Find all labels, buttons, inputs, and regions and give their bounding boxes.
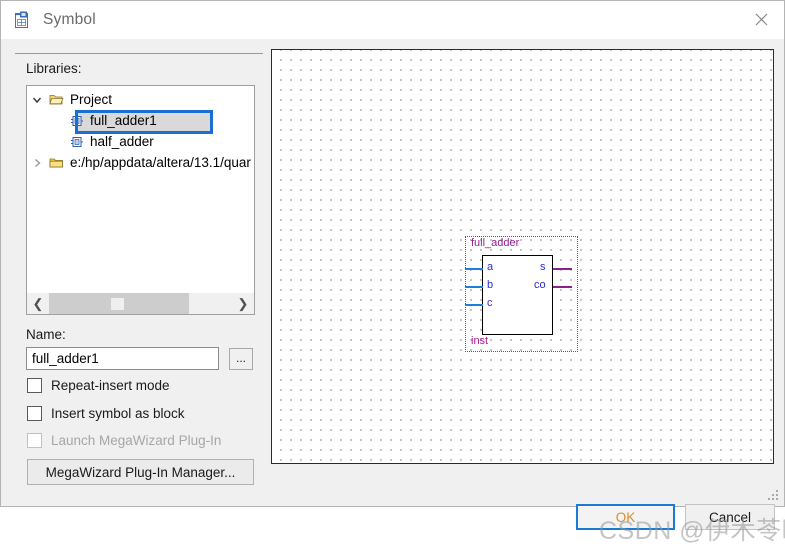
- scrollbar-track[interactable]: [49, 293, 232, 314]
- checkbox-box: [27, 433, 42, 448]
- tree-item-label: e:/hp/appdata/altera/13.1/quar: [70, 155, 251, 170]
- scrollbar-thumb[interactable]: [49, 293, 189, 314]
- closed-folder-icon: [47, 156, 66, 169]
- tree-item-label: Project: [70, 92, 113, 107]
- output-pin-label-co: co: [534, 279, 546, 291]
- tree-selection-outline: [75, 110, 213, 134]
- open-folder-icon: [47, 93, 66, 106]
- input-pin-wire-c: [465, 304, 483, 306]
- checkbox-box[interactable]: [27, 406, 42, 421]
- input-pin-label-b: b: [487, 279, 494, 291]
- symbol-dialog-window: Symbol Libraries: Project full_adder1 ha…: [0, 0, 785, 545]
- cancel-button[interactable]: Cancel: [685, 504, 775, 530]
- checkbox-label: Launch MegaWizard Plug-In: [51, 433, 222, 448]
- checkbox-insert-symbol-as-block[interactable]: Insert symbol as block: [27, 406, 185, 421]
- input-pin-label-a: a: [487, 261, 494, 273]
- scroll-right-icon[interactable]: ❯: [232, 293, 254, 314]
- checkbox-label: Insert symbol as block: [51, 406, 185, 421]
- browse-button[interactable]: ...: [229, 348, 253, 370]
- resize-grip[interactable]: [768, 490, 780, 502]
- tree-item-library-path[interactable]: e:/hp/appdata/altera/13.1/quar: [27, 152, 254, 173]
- checkbox-launch-megawizard-plugin: Launch MegaWizard Plug-In: [27, 433, 221, 448]
- tree-horizontal-scrollbar[interactable]: ❮ ❯: [27, 292, 254, 314]
- input-pin-wire-b: [465, 286, 483, 288]
- megawizard-plugin-manager-button[interactable]: MegaWizard Plug-In Manager...: [27, 459, 254, 485]
- symbol-preview-canvas[interactable]: full_adder a b c s co inst: [271, 49, 774, 464]
- close-icon[interactable]: [738, 1, 784, 38]
- left-panel: Libraries: Project full_adder1 half_adde…: [1, 39, 265, 506]
- symbol-instance-label: inst: [471, 335, 489, 347]
- title-bar: Symbol: [1, 1, 784, 39]
- chevron-down-icon[interactable]: [27, 95, 47, 105]
- checkbox-label: Repeat-insert mode: [51, 378, 170, 393]
- dialog-content: Libraries: Project full_adder1 half_adde…: [1, 39, 785, 545]
- libraries-tree[interactable]: Project full_adder1 half_adder e:/hp/app…: [26, 85, 255, 315]
- tree-item-project[interactable]: Project: [27, 89, 254, 110]
- symbol-title-label: full_adder: [471, 237, 520, 249]
- name-label: Name:: [26, 327, 66, 342]
- name-input[interactable]: [26, 347, 219, 370]
- input-pin-label-c: c: [487, 297, 493, 309]
- ok-button[interactable]: OK: [576, 504, 675, 530]
- output-pin-wire-co: [553, 286, 572, 288]
- output-pin-label-s: s: [540, 261, 546, 273]
- tree-item-label: half_adder: [90, 134, 154, 149]
- symbol-block-icon: [67, 135, 86, 149]
- scrollbar-thumb-grip: [111, 298, 124, 310]
- symbol-graphic[interactable]: full_adder a b c s co inst: [465, 236, 578, 352]
- libraries-label: Libraries:: [26, 61, 82, 76]
- scroll-left-icon[interactable]: ❮: [27, 293, 49, 314]
- output-pin-wire-s: [553, 268, 572, 270]
- checkbox-repeat-insert-mode[interactable]: Repeat-insert mode: [27, 378, 170, 393]
- window-title: Symbol: [43, 11, 96, 28]
- tree-item-half-adder[interactable]: half_adder: [27, 131, 254, 152]
- input-pin-wire-a: [465, 268, 483, 270]
- chevron-right-icon[interactable]: [27, 158, 47, 168]
- symbol-document-icon: [12, 10, 32, 30]
- checkbox-box[interactable]: [27, 378, 42, 393]
